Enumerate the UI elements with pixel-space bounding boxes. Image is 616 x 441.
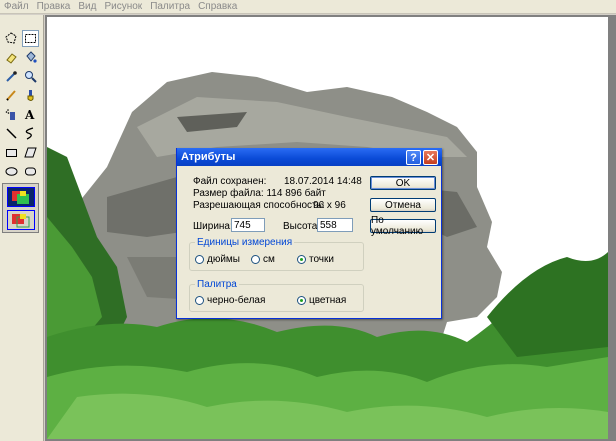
fill-bucket-icon <box>26 51 37 63</box>
palette-color-label: цветная <box>309 295 347 306</box>
rectangle-tool[interactable] <box>3 144 20 161</box>
opaque-background-option[interactable] <box>7 187 35 207</box>
help-button[interactable]: ? <box>406 150 421 165</box>
brush-tool[interactable] <box>22 87 39 104</box>
units-legend: Единицы измерения <box>195 237 295 248</box>
free-select-icon <box>5 32 17 44</box>
units-pixels-radio[interactable] <box>297 255 306 264</box>
close-button[interactable]: ✕ <box>423 150 438 165</box>
units-inches-radio[interactable] <box>195 255 204 264</box>
width-label: Ширина: <box>193 221 233 232</box>
opaque-background-icon <box>12 191 29 204</box>
line-tool[interactable] <box>3 125 20 142</box>
units-inches-label: дюймы <box>207 254 240 265</box>
transparent-background-icon <box>12 214 30 228</box>
rounded-rect-icon <box>25 167 36 176</box>
menu-view[interactable]: Вид <box>78 0 96 13</box>
transparent-background-option[interactable] <box>7 210 35 230</box>
fill-tool[interactable] <box>22 49 39 66</box>
polygon-tool[interactable] <box>22 144 39 161</box>
height-label: Высота: <box>283 221 321 232</box>
tool-options <box>2 183 39 233</box>
curve-tool[interactable] <box>22 125 39 142</box>
close-icon: ✕ <box>425 152 436 164</box>
dialog-titlebar[interactable]: Атрибуты ? ✕ <box>177 148 442 166</box>
brush-icon <box>27 90 34 101</box>
units-cm-radio[interactable] <box>251 255 260 264</box>
width-field[interactable] <box>231 218 265 232</box>
file-size-label: Размер файла: 114 896 байт <box>193 188 326 199</box>
ellipse-icon <box>5 167 18 176</box>
palette-group: Палитра черно-белая цветная <box>189 279 364 312</box>
color-picker-icon <box>6 71 17 82</box>
height-field[interactable] <box>317 218 353 232</box>
rect-select-tool[interactable] <box>22 30 39 47</box>
free-select-tool[interactable] <box>3 30 20 47</box>
curve-icon <box>25 127 34 140</box>
rounded-rect-tool[interactable] <box>22 163 39 180</box>
svg-text:A: A <box>24 108 35 121</box>
polygon-icon <box>24 147 37 158</box>
menu-bar: Файл Правка Вид Рисунок Палитра Справка <box>0 0 616 14</box>
palette-bw-radio[interactable] <box>195 296 204 305</box>
menu-colors[interactable]: Палитра <box>150 0 190 13</box>
eraser-tool[interactable] <box>3 49 20 66</box>
menu-image[interactable]: Рисунок <box>104 0 142 13</box>
dialog-title: Атрибуты <box>181 151 236 163</box>
pencil-tool[interactable] <box>3 87 20 104</box>
text-tool[interactable]: A <box>22 106 39 123</box>
units-group: Единицы измерения дюймы см точки <box>189 237 364 271</box>
attributes-dialog: Атрибуты ? ✕ Файл сохранен: 18.07.2014 1… <box>176 148 442 319</box>
text-icon: A <box>24 108 35 121</box>
menu-edit[interactable]: Правка <box>37 0 71 13</box>
palette-legend: Палитра <box>195 279 239 290</box>
units-pixels-label: точки <box>309 254 334 265</box>
pencil-icon <box>6 90 16 101</box>
palette-color-radio[interactable] <box>297 296 306 305</box>
line-icon <box>6 128 17 139</box>
magnifier-tool[interactable] <box>22 68 39 85</box>
saved-value: 18.07.2014 14:48 <box>284 176 362 187</box>
ok-button[interactable]: OK <box>370 176 436 190</box>
airbrush-tool[interactable] <box>3 106 20 123</box>
rect-select-icon <box>25 34 36 43</box>
magnifier-icon <box>25 71 37 83</box>
resolution-value: 96 x 96 <box>313 200 346 211</box>
toolbox: A <box>0 15 44 441</box>
saved-label: Файл сохранен: <box>193 176 267 187</box>
menu-file[interactable]: Файл <box>4 0 29 13</box>
ellipse-tool[interactable] <box>3 163 20 180</box>
cancel-button[interactable]: Отмена <box>370 198 436 212</box>
units-cm-label: см <box>263 254 275 265</box>
eraser-icon <box>6 53 17 64</box>
help-icon: ? <box>410 151 417 164</box>
airbrush-icon <box>5 109 15 120</box>
rectangle-icon <box>6 149 17 157</box>
picker-tool[interactable] <box>3 68 20 85</box>
palette-bw-label: черно-белая <box>207 295 266 306</box>
resolution-label: Разрешающая способность: <box>193 200 325 211</box>
menu-help[interactable]: Справка <box>198 0 237 13</box>
default-button[interactable]: По умолчанию <box>370 215 436 237</box>
